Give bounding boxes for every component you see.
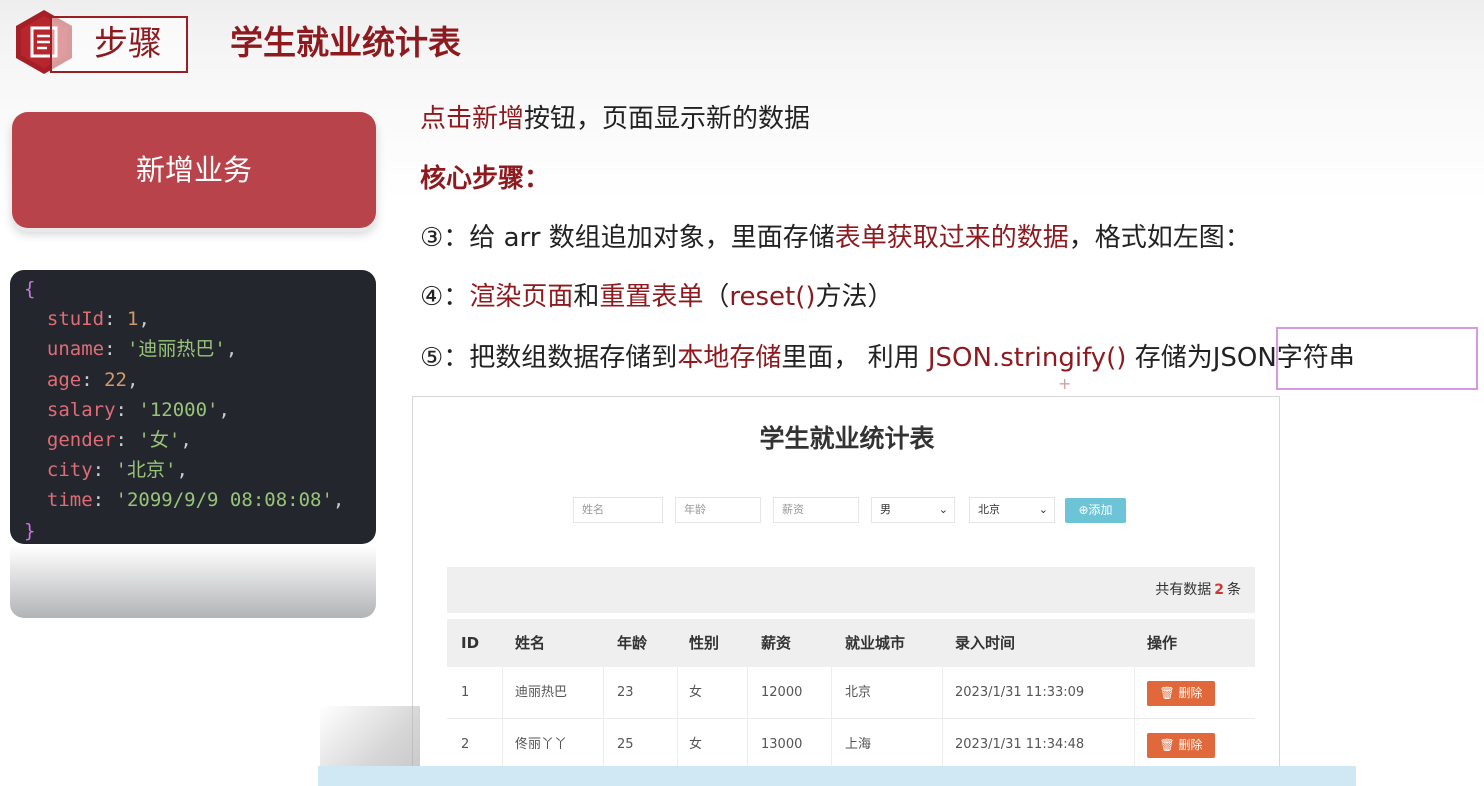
code-line: salary: '12000',	[46, 398, 230, 421]
col-time: 录入时间	[955, 634, 1016, 652]
gender-select[interactable]: 男 ⌄	[871, 497, 955, 523]
code-key: gender	[46, 429, 116, 452]
code-line: age: 22,	[46, 368, 139, 391]
chevron-down-icon: ⌄	[938, 503, 948, 516]
cell-name: 迪丽热巴	[515, 685, 568, 700]
code-open-brace: {	[24, 278, 36, 300]
app-screenshot: 学生就业统计表 姓名 年龄 薪资 男 ⌄ 北京 ⌄ ⊕添加 共有数据 2 条 ID …	[412, 396, 1280, 786]
code-value: '女'	[138, 429, 181, 452]
cell-age: 23	[617, 685, 634, 700]
cell-id: 1	[461, 685, 470, 700]
chevron-down-icon: ⌄	[1038, 503, 1048, 516]
cursor-plus-icon: +	[1058, 374, 1072, 393]
col-city: 就业城市	[845, 634, 906, 652]
code-key: uname	[46, 338, 105, 361]
step-3-line: ③：给 arr 数组追加对象，里面存储表单获取过来的数据，格式如左图：	[420, 223, 1251, 253]
table-header: ID 姓名 年龄 性别 薪资 就业城市 录入时间 操作	[447, 619, 1255, 667]
age-input[interactable]: 年龄	[675, 497, 761, 523]
table-row: 1 迪丽热巴 23 女 12000 北京 2023/1/31 11:33:09 …	[447, 667, 1255, 719]
col-name: 姓名	[515, 634, 546, 652]
delete-button[interactable]: 🗑 删除	[1147, 681, 1215, 706]
highlight-annotation	[1276, 327, 1478, 390]
col-salary: 薪资	[761, 634, 792, 652]
core-steps-heading: 核心步骤：	[420, 164, 551, 194]
table-row: 2 佟丽丫丫 25 女 13000 上海 2023/1/31 11:34:48 …	[447, 719, 1255, 771]
code-key: time	[46, 489, 93, 512]
code-close-brace: }	[24, 519, 36, 542]
cell-gender: 女	[689, 685, 703, 700]
intro-line: 点击新增按钮，页面显示新的数据	[420, 104, 811, 134]
step-4-line: ④：渲染页面和重置表单（reset()方法）	[420, 282, 894, 312]
code-value: '12000'	[138, 398, 219, 421]
name-input[interactable]: 姓名	[573, 497, 663, 523]
code-value: '2099/9/9 08:08:08'	[115, 489, 333, 512]
cell-city: 上海	[845, 737, 872, 752]
col-gender: 性别	[689, 634, 720, 652]
total-prefix: 共有数据	[1155, 582, 1212, 598]
col-age: 年龄	[617, 634, 648, 652]
cell-city: 北京	[845, 685, 872, 700]
step-5-line: ⑤：把数组数据存储到本地存储里面， 利用 JSON.stringify() 存储…	[420, 343, 1355, 373]
code-value: '北京'	[115, 459, 177, 482]
total-count: 2	[1214, 582, 1224, 598]
cell-time: 2023/1/31 11:33:09	[955, 685, 1085, 700]
city-select[interactable]: 北京 ⌄	[969, 497, 1055, 523]
code-value: 22	[104, 368, 127, 391]
code-block: { stuId: 1, uname: '迪丽热巴', age: 22, sala…	[10, 270, 376, 544]
col-actions: 操作	[1147, 634, 1178, 652]
code-key: age	[46, 368, 82, 391]
delete-button[interactable]: 🗑 删除	[1147, 733, 1215, 758]
cell-name: 佟丽丫丫	[515, 737, 568, 752]
code-line: city: '北京',	[46, 459, 188, 482]
cell-gender: 女	[689, 737, 703, 752]
code-reflection	[10, 546, 376, 618]
code-key: stuId	[46, 308, 105, 331]
salary-input[interactable]: 薪资	[773, 497, 859, 523]
total-suffix: 条	[1227, 582, 1241, 598]
cell-salary: 12000	[761, 685, 803, 700]
decorative-water-band	[318, 766, 1356, 786]
cell-id: 2	[461, 737, 470, 752]
cell-salary: 13000	[761, 737, 803, 752]
col-id: ID	[461, 634, 480, 652]
code-value: 1	[126, 308, 139, 331]
total-count-bar: 共有数据 2 条	[447, 567, 1255, 613]
page-title: 学生就业统计表	[230, 23, 461, 62]
code-line: gender: '女',	[46, 429, 192, 452]
city-value: 北京	[978, 503, 1000, 516]
add-business-card: 新增业务	[12, 112, 376, 228]
code-line: uname: '迪丽热巴',	[46, 338, 238, 361]
code-key: salary	[46, 398, 116, 421]
code-line: stuId: 1,	[46, 308, 150, 331]
app-title: 学生就业统计表	[759, 424, 935, 453]
code-line: time: '2099/9/9 08:08:08',	[46, 489, 345, 512]
step-label: 步骤	[50, 16, 188, 73]
code-value: '迪丽热巴'	[126, 338, 226, 361]
code-key: city	[46, 459, 93, 482]
cell-age: 25	[617, 737, 634, 752]
gender-value: 男	[880, 503, 891, 516]
cell-time: 2023/1/31 11:34:48	[955, 737, 1085, 752]
add-button[interactable]: ⊕添加	[1065, 498, 1126, 523]
